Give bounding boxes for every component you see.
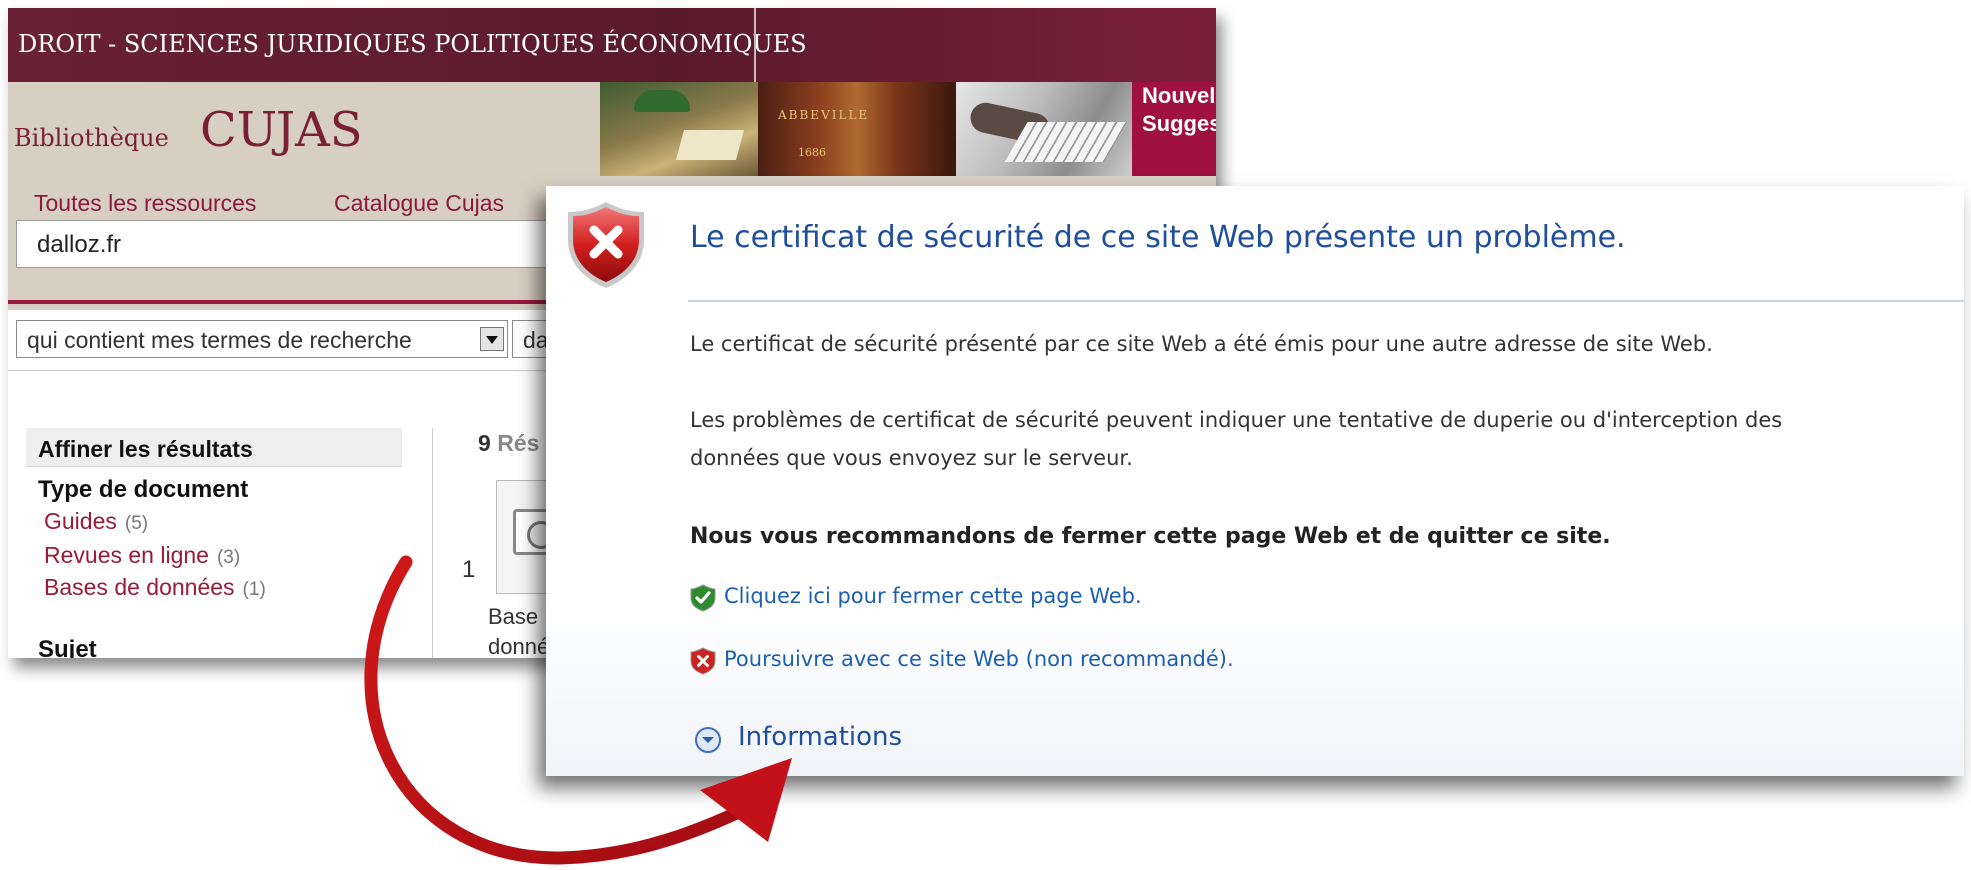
facet-count: (5): [124, 513, 149, 534]
news-link[interactable]: Nouvel: [1142, 82, 1216, 110]
dialog-title: Le certificat de sécurité de ce site Web…: [690, 220, 1626, 255]
brand-small-text: Bibliothèque: [14, 124, 169, 152]
chevron-down-circle-icon: [695, 727, 721, 753]
keyboard-shape: [1004, 122, 1128, 162]
search-input-value: dalloz.fr: [37, 231, 122, 258]
dropdown-arrow-icon[interactable]: [480, 327, 504, 351]
result-count-label: Rés: [497, 430, 540, 456]
green-shield-check-icon: [690, 584, 716, 612]
certificate-error-page: Le certificat de sécurité de ce site Web…: [546, 186, 1964, 776]
more-information-label[interactable]: Informations: [738, 722, 902, 752]
facet-label[interactable]: Guides: [44, 508, 117, 534]
facet-label[interactable]: Revues en ligne: [44, 542, 209, 568]
result-count-number: 9: [478, 430, 491, 456]
lamp-shape: [634, 90, 690, 112]
header-photo-desk: [600, 82, 758, 176]
error-shield-icon: [568, 202, 644, 288]
doc-type-heading: Type de document: [38, 476, 249, 503]
news-panel[interactable]: Nouvel Sugges: [1132, 82, 1216, 176]
refine-sidebar: Affiner les résultats Type de document G…: [26, 422, 402, 658]
result-number: 1: [462, 556, 476, 583]
refine-heading-text: Affiner les résultats: [38, 436, 253, 462]
book-shape: [675, 130, 745, 160]
facet-count: (1): [242, 579, 266, 600]
library-header: Bibliothèque CUJAS ABBEVILLE 1686: [8, 82, 1216, 176]
header-photo-keyboard: [956, 82, 1132, 176]
recommendation-text: Nous vous recommandons de fermer cette p…: [690, 524, 1611, 549]
scope-value: da: [523, 327, 549, 353]
header-photo-old-books: ABBEVILLE 1686: [758, 82, 956, 176]
refine-heading: Affiner les résultats: [26, 428, 402, 467]
result-type-line1: Base: [488, 604, 539, 629]
top-banner-title: DROIT - SCIENCES JURIDIQUES POLITIQUES É…: [18, 30, 807, 58]
close-page-label[interactable]: Cliquez ici pour fermer cette page Web.: [724, 584, 1142, 608]
tab-all-resources[interactable]: Toutes les ressources: [34, 190, 256, 217]
result-type-line2: donné: [488, 634, 550, 658]
match-mode-select[interactable]: qui contient mes termes de recherche: [16, 320, 508, 358]
column-divider: [432, 428, 433, 658]
cert-risk-message-line1: Les problèmes de certificat de sécurité …: [690, 408, 1783, 432]
banner-divider: [754, 8, 756, 82]
subject-heading: Sujet: [38, 636, 97, 658]
cert-mismatch-message: Le certificat de sécurité présenté par c…: [690, 332, 1713, 356]
facet-label[interactable]: Bases de données: [44, 574, 235, 600]
facet-link-online-journals[interactable]: Revues en ligne (3): [44, 542, 240, 569]
book-spine-text: ABBEVILLE: [778, 108, 870, 122]
title-divider: [688, 300, 1964, 302]
cert-risk-message-line2: données que vous envoyez sur le serveur.: [690, 446, 1133, 470]
brand-logo-text: CUJAS: [200, 102, 363, 158]
suggestion-link[interactable]: Sugges: [1142, 110, 1216, 138]
facet-count: (3): [216, 547, 241, 568]
red-shield-x-icon: [690, 647, 716, 675]
facet-link-databases[interactable]: Bases de données (1): [44, 574, 266, 601]
facet-link-guides[interactable]: Guides (5): [44, 508, 148, 535]
top-banner: DROIT - SCIENCES JURIDIQUES POLITIQUES É…: [8, 8, 1216, 82]
result-count: 9 Rés: [478, 430, 539, 457]
continue-site-label[interactable]: Poursuivre avec ce site Web (non recomma…: [724, 647, 1234, 671]
match-mode-value: qui contient mes termes de recherche: [27, 327, 412, 353]
book-spine-year: 1686: [798, 146, 826, 159]
tab-catalogue[interactable]: Catalogue Cujas: [334, 190, 504, 217]
